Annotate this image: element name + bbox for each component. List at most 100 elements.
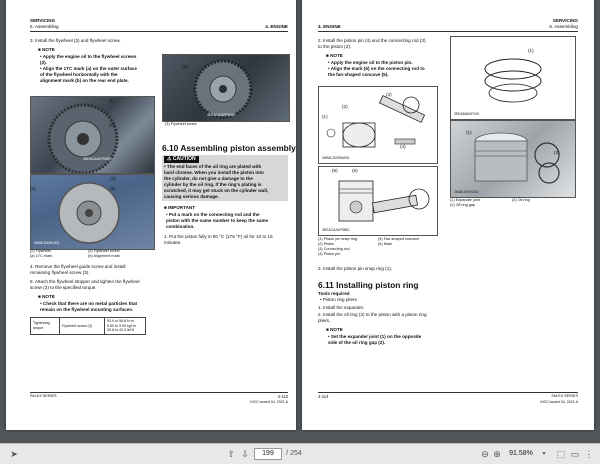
callout-2: (2): [109, 122, 115, 127]
note-line: • Apply the engine oil to the piston pin…: [328, 60, 413, 65]
important-label: ■ IMPORTANT: [164, 205, 196, 210]
photo-code: 3EEACAA1P016B: [207, 113, 235, 117]
torque-label: Tightening torque: [30, 317, 60, 335]
callout-3: (3): [110, 176, 116, 181]
tools-heading: Tools required: [318, 291, 350, 296]
callout-1: (1): [466, 130, 472, 135]
callout-4: (4): [400, 144, 406, 149]
important-line: combination.: [166, 224, 195, 229]
legend-item: (b) Alignment mark: [88, 254, 120, 258]
callout-1: (1): [322, 114, 328, 119]
step-1: 1. Put the piston fully in 80 °C (176 °F…: [164, 234, 273, 239]
flywheel-photo-1: 3EEACAA1P015B: [30, 96, 155, 174]
footer-series: SM-E4 SERIES: [30, 394, 57, 398]
table-row: Tightening torque Flywheel screw (3) 53.…: [30, 317, 146, 335]
viewer-toolbar: ➤ ⇧ ⇩ 199 / 254 ⊖ ⊕ 91.58% ▾ ⬚ ▭ ⋮: [0, 443, 600, 464]
callout-5: (5): [332, 168, 338, 173]
section-title: 6.10 Assembling piston assembly: [162, 143, 296, 153]
step-3: 3. Install the piston pin snap ring (1).: [318, 266, 393, 271]
page-up-icon[interactable]: ⇧: [226, 448, 236, 460]
torque-item: Flywheel screw (3): [59, 317, 105, 335]
zoom-out-icon[interactable]: ⊖: [480, 448, 490, 460]
fit-page-icon[interactable]: ⬚: [556, 448, 566, 460]
page-down-icon[interactable]: ⇩: [240, 448, 250, 460]
note-line: • Align the mark (6) on the connecting r…: [328, 66, 425, 71]
step-2-cont: to the piston (2).: [318, 44, 352, 49]
caution-label: ⚠ CAUTION: [164, 156, 199, 163]
photo-code: 2MAEJ0007A01: [454, 190, 479, 194]
section-title: 6.11 Installing piston ring: [318, 280, 419, 290]
photo-code: 3EEACAA1P015B: [83, 157, 111, 161]
photo-code: 3EEABAB1P100: [454, 112, 480, 116]
chevron-down-icon[interactable]: ▾: [540, 448, 548, 460]
callout-6: (6): [352, 168, 358, 173]
caution-line: the cylinder, do not give a damage to th…: [164, 176, 253, 181]
footer-page-number: 4-114: [318, 394, 329, 399]
note-line: • Set the expander joint (1) on the oppo…: [328, 334, 422, 339]
step-5: 5. Attach the flywheel stopper and tight…: [30, 279, 140, 284]
note-line: alignment mark (b) on the rear end plate…: [40, 78, 129, 83]
legend-item: (6) Mark: [378, 242, 393, 246]
legend-item: (a) 1TC mark: [30, 254, 53, 258]
fit-width-icon[interactable]: ▭: [570, 448, 580, 460]
torque-values: 53.9 to 58.8 N·m 5.50 to 5.99 kgf·m 39.8…: [104, 317, 146, 335]
header-subsection: 6. Assembling: [30, 24, 59, 29]
caution-line: causing serious damage.: [164, 194, 219, 199]
torque-table: Tightening torque Flywheel screw (3) 53.…: [30, 317, 146, 335]
header-rule: [318, 31, 578, 32]
step-4-cont: remaining flywheel screw (3).: [30, 270, 90, 275]
photo-caption: (3) Flywheel screw: [165, 122, 197, 126]
callout-2: (2): [342, 104, 348, 109]
step-2: 2. Install the piston pin (4) and the co…: [318, 38, 426, 43]
legend-item: (4) Piston pin: [318, 252, 341, 256]
page-4-113: SERVICING 6. Assembling 4. ENGINE 3. Ins…: [6, 0, 296, 430]
callout-2: (2): [554, 150, 560, 155]
callout-1: (1): [109, 98, 115, 103]
legend-item: (2) Oil ring gap: [450, 203, 476, 207]
page-4-114: 4. ENGINE SERVICING 6. Assembling 2. Ins…: [302, 0, 594, 430]
caution-line: cylinder by the oil ring. If the ring's …: [164, 182, 262, 187]
note-line: remain on the flywheel mounting surfaces…: [40, 307, 134, 312]
note-line: side of the oil ring gap (2).: [328, 340, 386, 345]
note-line: • Apply the engine oil to the flywheel s…: [40, 54, 137, 59]
footer-rule: [30, 392, 288, 393]
tools-item: • Piston ring pliers: [320, 297, 357, 302]
more-icon[interactable]: ⋮: [584, 448, 594, 460]
photo-code: 3WMCJ0009A001: [322, 156, 350, 160]
note-line: (3).: [40, 60, 47, 65]
footer-page-number: 4-113: [277, 394, 288, 399]
note-label: ■ NOTE: [326, 53, 343, 58]
step-2b-cont: pliers.: [318, 318, 331, 323]
header-chapter: 4. ENGINE: [265, 24, 288, 29]
footer-series: SM-E4 SERIES: [551, 394, 578, 398]
callout-a: (a): [30, 186, 36, 191]
header-section: SERVICING: [552, 18, 578, 23]
photo-code: 3EEACAA1P058C: [322, 228, 350, 232]
step-5-cont: screw (3) to the specified torque.: [30, 285, 97, 290]
zoom-in-icon[interactable]: ⊕: [492, 448, 502, 460]
step-1: 1. Install the expander.: [318, 305, 365, 310]
footer-rule: [318, 392, 578, 393]
zoom-level[interactable]: 91.58%: [504, 448, 538, 460]
note-label: ■ NOTE: [38, 294, 55, 299]
caution-line: scratched, it may get stuck on the cylin…: [164, 188, 269, 193]
piston-diagram-b: 3EEACAA1P058C: [318, 166, 438, 236]
header-chapter: 4. ENGINE: [318, 24, 341, 29]
piston-diagram-a: 3WMCJ0009A001: [318, 86, 438, 164]
callout-3: (3): [386, 92, 392, 97]
note-line: • Check that there are no metal particle…: [40, 301, 138, 306]
ring-diagram: 3EEABAB1P100: [450, 36, 576, 120]
callout-1: (1): [528, 48, 534, 53]
callout-b: (b): [110, 186, 116, 191]
note-line: • Align the 1TC mark (a) on the outer su…: [40, 66, 137, 71]
legend-item: (2) Oil ring: [512, 198, 530, 202]
page-number-input[interactable]: 199: [254, 448, 282, 460]
important-line: piston with the same number to keep the …: [166, 218, 269, 223]
flywheel-photo-2: 2MAEJ0009-002: [30, 174, 155, 250]
important-line: • Put a mark on the connecting rod and t…: [166, 212, 260, 217]
pointer-icon[interactable]: ➤: [8, 448, 20, 460]
step-3: 3. Install the flywheel (2) and flywheel…: [30, 38, 121, 43]
note-line: the fan-shaped concave (5).: [328, 72, 389, 77]
step-2b: 2. Install the oil ring (3) to the pisto…: [318, 312, 427, 317]
footer-issue: KiSC issued 04, 2021 A: [540, 400, 578, 404]
